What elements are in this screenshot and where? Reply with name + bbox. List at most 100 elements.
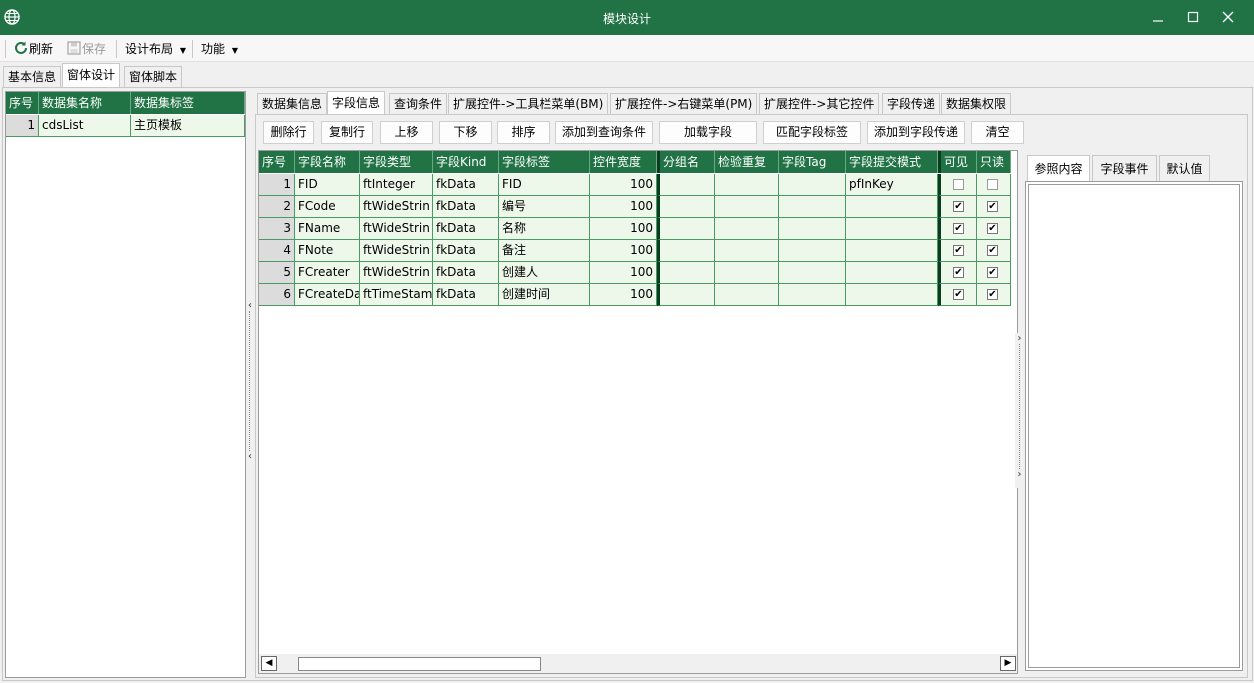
layout-dropdown[interactable]: 设计布局 ▼ [125,39,186,59]
save-button[interactable]: 保存 [66,39,106,59]
col-field-kind-cell[interactable]: fkData [433,174,499,196]
checked-checkbox-icon[interactable]: ✔ [953,245,964,256]
col-field-label-cell[interactable]: 编号 [499,196,590,218]
scrollbar-thumb[interactable] [298,657,541,671]
col-readonly-cell[interactable]: ✔ [977,240,1011,262]
col-submit-mode-cell[interactable] [846,262,938,284]
col-control-width-cell[interactable]: 100 [590,174,657,196]
col-field-type-cell[interactable]: ftInteger [360,174,433,196]
col-field-name-cell[interactable]: FCode [295,196,360,218]
add-to-query-button[interactable]: 添加到查询条件 [555,121,653,144]
col-submit-mode-cell[interactable]: pfInKey [846,174,938,196]
minimize-button[interactable] [1141,4,1175,30]
col-group-name-cell[interactable] [657,218,715,240]
functions-dropdown[interactable]: 功能 ▼ [201,39,238,59]
col-field-tag-cell[interactable] [779,240,846,262]
col-visible-cell[interactable]: ✔ [938,262,977,284]
scroll-left-icon[interactable]: ◀ [261,656,277,671]
col-readonly-cell[interactable] [977,174,1011,196]
col-submit-mode-cell[interactable] [846,284,938,306]
move-down-button[interactable]: 下移 [439,121,492,144]
col-field-tag-header[interactable]: 字段Tag [779,151,846,173]
col-control-width-cell[interactable]: 100 [590,240,657,262]
tab-other-controls[interactable]: 扩展控件->其它控件 [759,93,880,115]
horizontal-scrollbar[interactable]: ◀ ▶ [259,654,1017,673]
col-readonly-cell[interactable]: ✔ [977,218,1011,240]
col-visible-header[interactable]: 可见 [938,151,977,173]
col-check-duplicate-cell[interactable] [715,262,779,284]
tab-context-menu[interactable]: 扩展控件->右键菜单(PM) [610,93,758,115]
checked-checkbox-icon[interactable]: ✔ [987,201,998,212]
col-field-label-cell[interactable]: 创建人 [499,262,590,284]
tab-dataset-info[interactable]: 数据集信息 [257,93,328,115]
col-check-duplicate-cell[interactable] [715,196,779,218]
clear-button[interactable]: 清空 [971,121,1024,144]
vertical-splitter[interactable]: ‹ ‹ [246,300,254,470]
tab-query-conditions[interactable]: 查询条件 [389,93,448,115]
col-index-header[interactable]: 序号 [259,151,295,173]
col-field-label-cell[interactable]: FID [499,174,590,196]
tab-basic-info[interactable]: 基本信息 [3,66,62,88]
col-field-name-header[interactable]: 字段名称 [295,151,360,173]
load-fields-button[interactable]: 加载字段 [659,121,757,144]
checked-checkbox-icon[interactable]: ✔ [987,267,998,278]
col-check-duplicate-header[interactable]: 检验重复 [715,151,779,173]
col-readonly-cell[interactable]: ✔ [977,284,1011,306]
tab-field-pass[interactable]: 字段传递 [882,93,941,115]
match-labels-button[interactable]: 匹配字段标签 [763,121,861,144]
col-submit-mode-cell[interactable] [846,218,938,240]
col-check-duplicate-cell[interactable] [715,284,779,306]
col-field-kind-cell[interactable]: fkData [433,262,499,284]
col-field-name-cell[interactable]: FNote [295,240,360,262]
col-readonly-header[interactable]: 只读 [977,151,1011,173]
col-submit-mode-header[interactable]: 字段提交模式 [846,151,938,173]
right-splitter[interactable]: › › [1015,333,1024,488]
col-field-type-header[interactable]: 字段类型 [360,151,433,173]
col-group-name-header[interactable]: 分组名 [657,151,715,173]
column-header[interactable]: 数据集标签 [131,92,245,114]
add-to-field-pass-button[interactable]: 添加到字段传递 [867,121,965,144]
checked-checkbox-icon[interactable]: ✔ [953,289,964,300]
col-visible-cell[interactable]: ✔ [938,240,977,262]
tab-reference-content[interactable]: 参照内容 [1027,155,1090,182]
col-check-duplicate-cell[interactable] [715,174,779,196]
col-field-type-cell[interactable]: ftWideStrin [360,240,433,262]
col-control-width-cell[interactable]: 100 [590,262,657,284]
move-up-button[interactable]: 上移 [380,121,433,144]
col-field-label-cell[interactable]: 名称 [499,218,590,240]
col-field-type-cell[interactable]: ftWideStrin [360,262,433,284]
checked-checkbox-icon[interactable]: ✔ [987,289,998,300]
col-control-width-header[interactable]: 控件宽度 [590,151,657,173]
col-field-kind-cell[interactable]: fkData [433,240,499,262]
col-field-kind-cell[interactable]: fkData [433,284,499,306]
tab-dataset-permissions[interactable]: 数据集权限 [941,93,1012,115]
dataset-label-cell[interactable]: 主页模板 [131,115,245,137]
delete-row-button[interactable]: 删除行 [263,121,314,144]
col-field-label-cell[interactable]: 备注 [499,240,590,262]
col-group-name-cell[interactable] [657,262,715,284]
tab-field-events[interactable]: 字段事件 [1092,155,1157,182]
col-visible-cell[interactable]: ✔ [938,284,977,306]
checked-checkbox-icon[interactable]: ✔ [953,223,964,234]
dataset-name-cell[interactable]: cdsList [39,115,131,137]
tab-default-value[interactable]: 默认值 [1159,155,1210,182]
col-field-tag-cell[interactable] [779,174,846,196]
col-field-tag-cell[interactable] [779,262,846,284]
col-field-kind-header[interactable]: 字段Kind [433,151,499,173]
col-readonly-cell[interactable]: ✔ [977,196,1011,218]
col-readonly-cell[interactable]: ✔ [977,262,1011,284]
unchecked-checkbox-icon[interactable] [953,179,964,190]
col-field-tag-cell[interactable] [779,218,846,240]
col-visible-cell[interactable]: ✔ [938,196,977,218]
checked-checkbox-icon[interactable]: ✔ [953,267,964,278]
col-field-name-cell[interactable]: FName [295,218,360,240]
reference-content-area[interactable] [1028,184,1240,668]
col-field-tag-cell[interactable] [779,196,846,218]
close-button[interactable] [1211,4,1245,30]
scroll-right-icon[interactable]: ▶ [1000,656,1016,671]
col-field-label-header[interactable]: 字段标签 [499,151,590,173]
col-control-width-cell[interactable]: 100 [590,284,657,306]
col-field-label-cell[interactable]: 创建时间 [499,284,590,306]
unchecked-checkbox-icon[interactable] [987,179,998,190]
col-group-name-cell[interactable] [657,284,715,306]
